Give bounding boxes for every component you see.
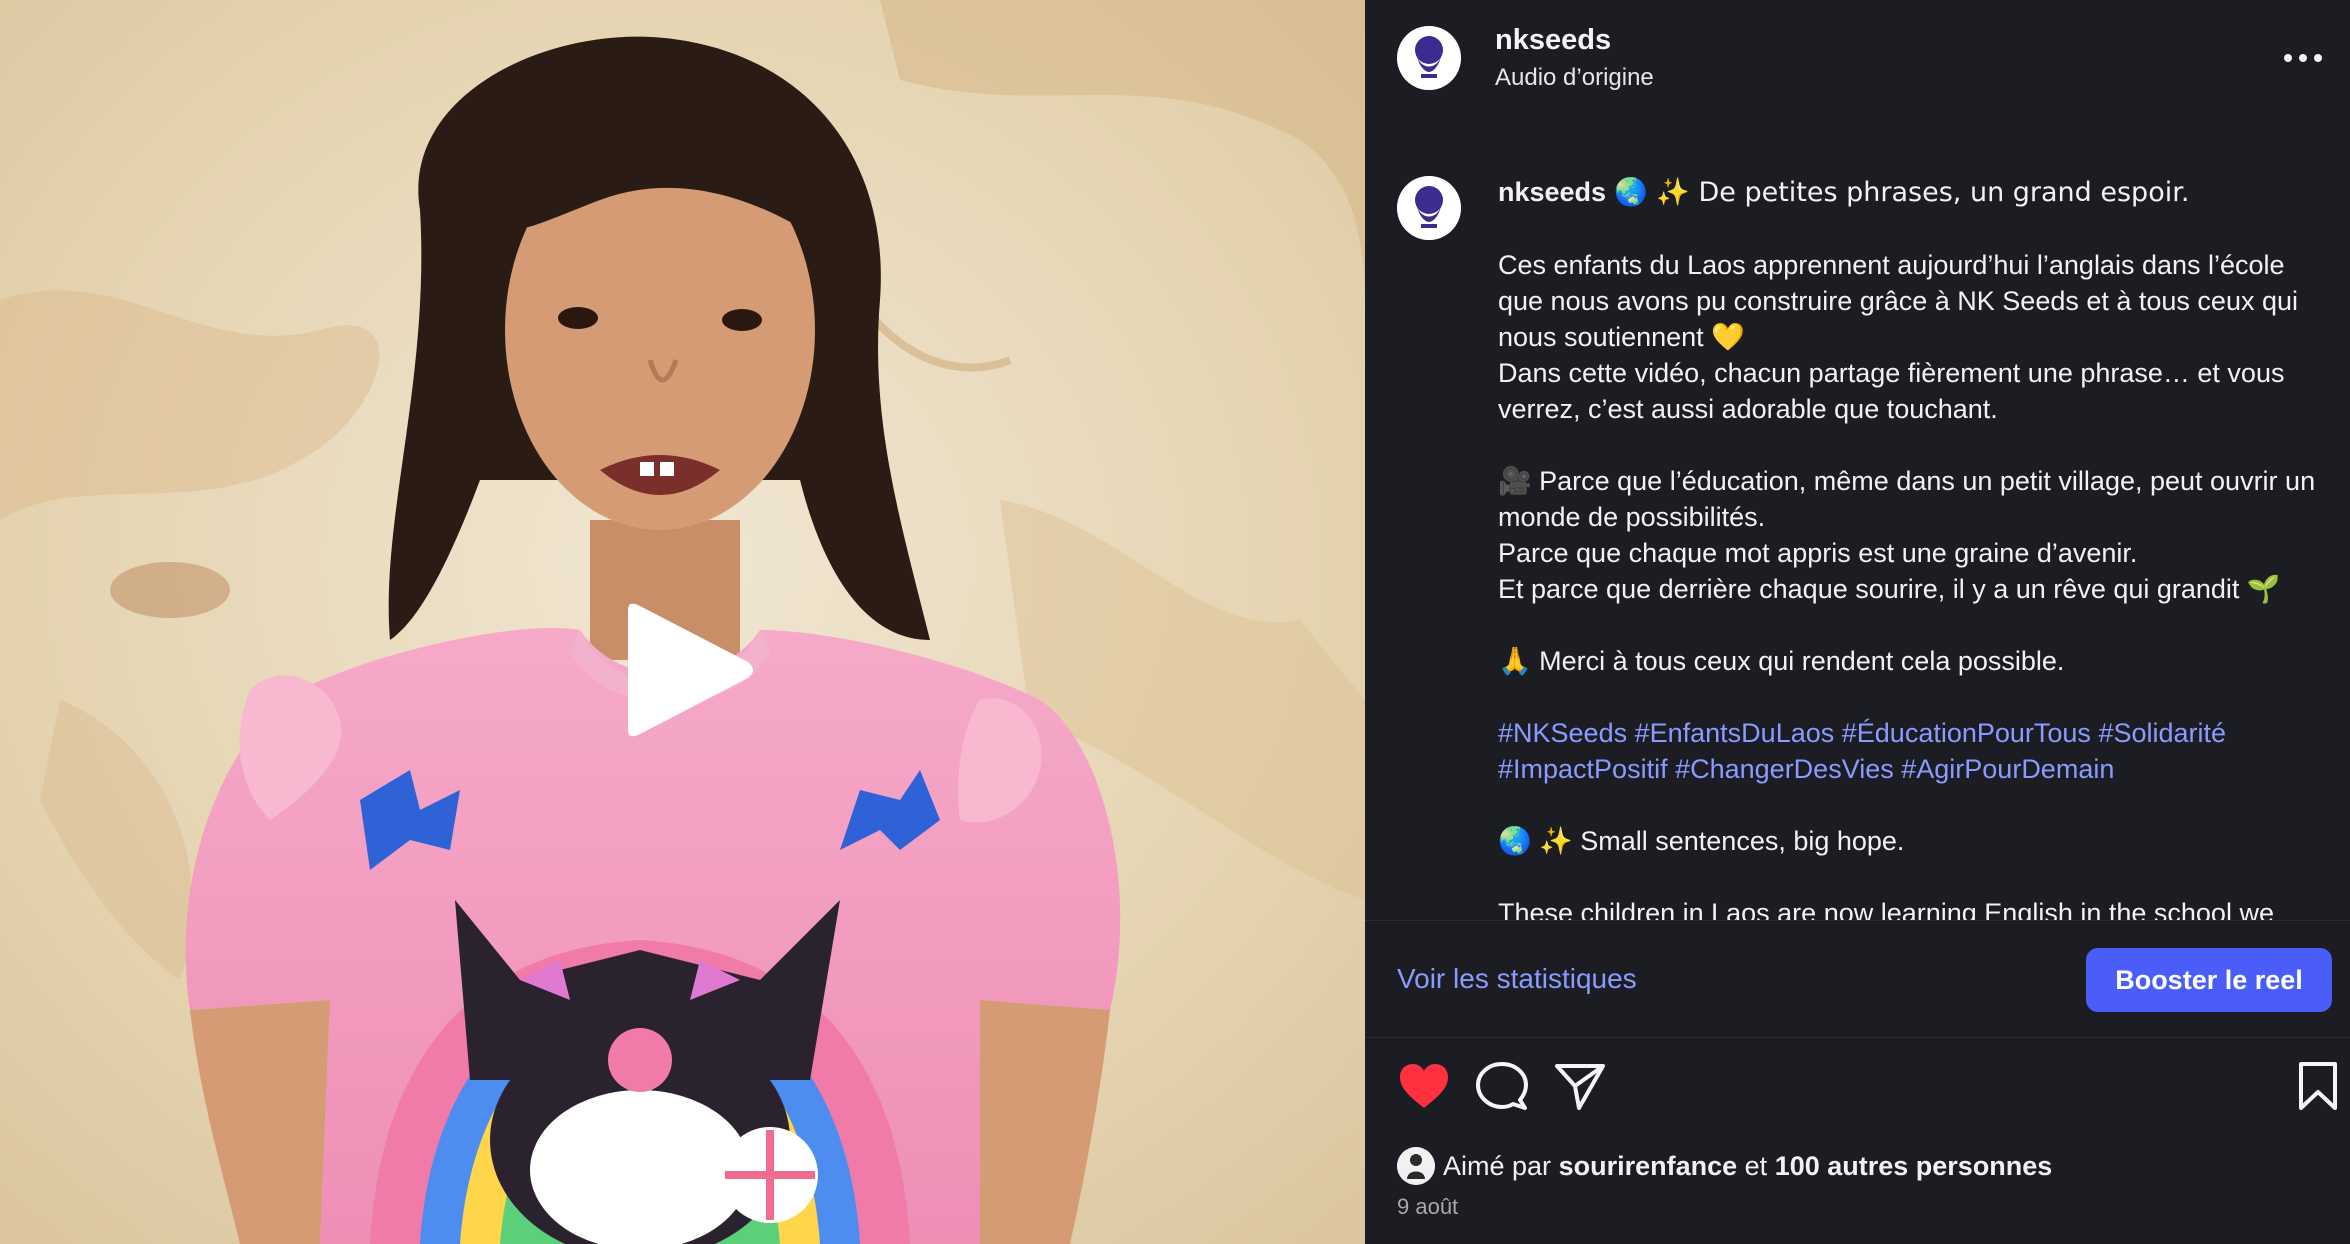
hashtag-link[interactable]: #AgirPourDemain [1901,754,2114,784]
post-header: nkseeds Audio d’origine [1365,0,2350,120]
caption-paragraph: 🎥 Parce que l’éducation, même dans un pe… [1498,466,2316,532]
hashtag-link[interactable]: #ChangerDesVies [1675,754,1894,784]
caption-paragraph: Dans cette vidéo, chacun partage fièreme… [1498,358,2285,424]
hashtag-link[interactable]: #EnfantsDuLaos [1635,718,1835,748]
hashtag-link[interactable]: #ÉducationPourTous [1842,718,2091,748]
hashtag-link[interactable]: #ImpactPositif [1498,754,1668,784]
caption-line: 🌏 ✨ De petites phrases, un grand espoir. [1614,177,2190,208]
avatar[interactable] [1397,176,1461,240]
post-date[interactable]: 9 août [1397,1194,1458,1220]
caption-paragraph: These children in Laos are now learning … [1498,898,2274,920]
likes-summary[interactable]: Aimé par sourirenfance et 100 autres per… [1397,1146,2052,1186]
insights-row: Voir les statistiques Booster le reel [1365,920,2350,1038]
post-actions [1365,1060,2350,1120]
caption-username[interactable]: nkseeds [1498,177,1606,207]
hashtag-link[interactable]: #Solidarité [2098,718,2226,748]
post-author-username[interactable]: nkseeds [1495,24,1611,57]
share-icon[interactable] [1553,1060,1607,1114]
play-icon[interactable] [620,600,760,740]
view-insights-link[interactable]: Voir les statistiques [1397,963,1637,995]
caption-paragraph: 🌏 ✨ Small sentences, big hope. [1498,826,1905,856]
likes-prefix: Aimé par [1443,1150,1552,1181]
boost-reel-button[interactable]: Booster le reel [2086,948,2332,1012]
caption-text: nkseeds 🌏 ✨ De petites phrases, un grand … [1498,174,2318,920]
avatar[interactable] [1397,26,1461,90]
heart-filled-icon[interactable] [1397,1060,1451,1114]
caption-paragraph: Parce que chaque mot appris est une grai… [1498,538,2138,568]
caption-paragraph: Ces enfants du Laos apprennent aujourd’h… [1498,250,2298,352]
hashtag-list: #NKSeeds #EnfantsDuLaos #ÉducationPourTo… [1498,715,2318,787]
likes-others-count[interactable]: 100 autres personnes [1775,1151,2053,1182]
avatar[interactable] [1397,1147,1435,1185]
caption-paragraph: 🙏 Merci à tous ceux qui rendent cela pos… [1498,646,2065,676]
bookmark-icon[interactable] [2295,1060,2341,1114]
more-horizontal-icon[interactable] [2278,38,2328,78]
post-panel: nkseeds Audio d’origine nkseeds 🌏 ✨ De pe… [1365,0,2350,1244]
comment-icon[interactable] [1475,1060,1529,1114]
video-player[interactable] [0,0,1365,1244]
liker-username[interactable]: sourirenfance [1559,1151,1738,1182]
audio-label[interactable]: Audio d’origine [1495,64,1654,92]
likes-connector: et [1744,1150,1768,1181]
caption-paragraph: Et parce que derrière chaque sourire, il… [1498,574,2281,604]
caption-scroll-area[interactable]: nkseeds 🌏 ✨ De petites phrases, un grand … [1365,160,2350,920]
hashtag-link[interactable]: #NKSeeds [1498,718,1627,748]
